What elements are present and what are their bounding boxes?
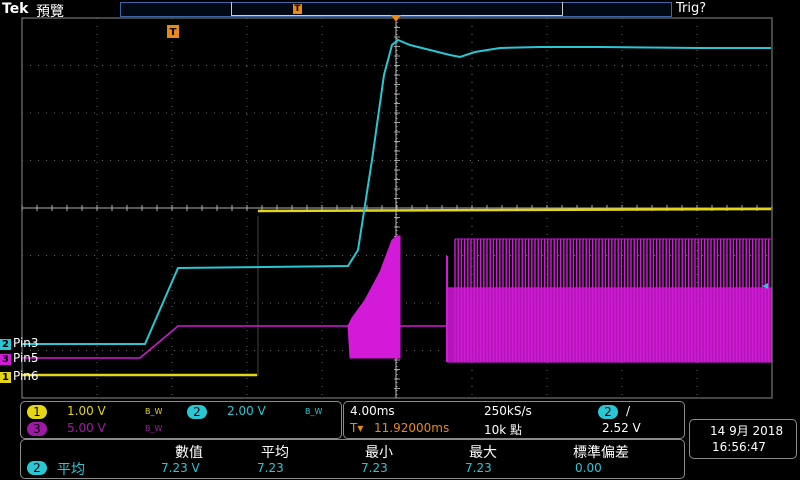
meas-value: 7.23 V [161, 461, 200, 475]
ch3-label: Pin5 [13, 351, 39, 365]
meas-min: 7.23 [361, 461, 388, 475]
meas-header-value: 數值 [175, 445, 203, 461]
trigger-position: 11.92000ms [374, 421, 450, 435]
measurement-panel[interactable]: 數值 平均 最小 最大 標準偏差 2 平均 7.23 V 7.23 7.23 7… [20, 439, 685, 479]
meas-header-min: 最小 [365, 445, 393, 461]
ch1-chip[interactable]: 1 [27, 405, 47, 419]
meas-stddev: 0.00 [575, 461, 602, 475]
trigger-source-chip[interactable]: 2 [598, 405, 618, 419]
meas-type: 平均 [57, 462, 85, 478]
vertical-settings-panel[interactable]: 1 1.00 V B_W 2 2.00 V B_W 3 5.00 V B_W [20, 401, 342, 439]
ch2-badge: 2 [0, 339, 11, 350]
ch2-scale: 2.00 V [227, 404, 266, 418]
horizontal-trigger-panel[interactable]: 4.00ms 250kS/s 2 / T▾ 11.92000ms 10k 點 2… [343, 401, 685, 439]
ch1-bw-icon: B_W [145, 407, 163, 416]
time: 16:56:47 [712, 440, 766, 454]
meas-max: 7.23 [465, 461, 492, 475]
trigger-level: 2.52 V [602, 421, 641, 435]
ch2-label: Pin3 [13, 336, 39, 350]
waveform-display[interactable]: T [0, 0, 800, 400]
trigger-slope-icon: / [626, 404, 631, 418]
datetime-panel: 14 9月 2018 16:56:47 [689, 419, 797, 459]
date: 14 9月 2018 [710, 424, 784, 438]
ch1-scale: 1.00 V [67, 404, 106, 418]
ch1-badge: 1 [0, 372, 11, 383]
waveform-ch3-burst2 [447, 239, 772, 363]
meas-header-mean: 平均 [261, 445, 289, 461]
ch2-chip[interactable]: 2 [187, 405, 207, 419]
meas-header-stddev: 標準偏差 [573, 445, 629, 461]
ch1-label: Pin6 [13, 369, 39, 383]
timebase: 4.00ms [350, 404, 395, 418]
ch3-ground-tag[interactable]: 3 Pin5 [0, 351, 39, 365]
meas-mean: 7.23 [257, 461, 284, 475]
record-length: 10k 點 [484, 423, 523, 437]
ch3-badge: 3 [0, 354, 11, 365]
meas-source-chip[interactable]: 2 [27, 461, 47, 475]
ch3-scale: 5.00 V [67, 421, 106, 435]
trigger-t-icon: T [167, 25, 179, 38]
ch2-bw-icon: B_W [305, 407, 323, 416]
ch3-bw-icon: B_W [145, 424, 163, 433]
ch3-chip[interactable]: 3 [27, 422, 47, 436]
ch1-ground-tag[interactable]: 1 Pin6 [0, 369, 39, 383]
svg-text:T: T [170, 27, 177, 38]
trigger-position-icon: T▾ [350, 421, 364, 435]
meas-header-max: 最大 [469, 445, 497, 461]
ch2-ground-tag[interactable]: 2 Pin3 [0, 336, 39, 350]
sample-rate: 250kS/s [484, 404, 532, 418]
